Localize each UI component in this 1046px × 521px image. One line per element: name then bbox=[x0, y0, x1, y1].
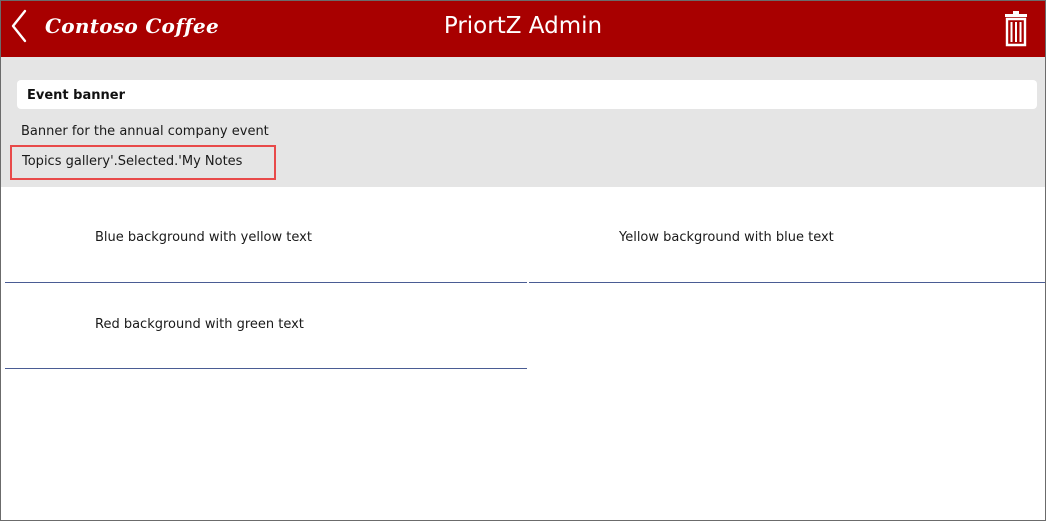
gallery-item-label: Yellow background with blue text bbox=[619, 230, 834, 245]
gallery-item[interactable]: Red background with green text bbox=[5, 273, 527, 369]
app-screen: Contoso Coffee PriortZ Admin Event banne… bbox=[0, 0, 1046, 521]
gallery-item[interactable]: Yellow background with blue text bbox=[529, 187, 1045, 283]
trash-icon bbox=[1005, 11, 1027, 47]
gallery-item[interactable]: Blue background with yellow text bbox=[5, 187, 527, 283]
gallery-item-label: Red background with green text bbox=[95, 317, 304, 332]
logo: Contoso Coffee bbox=[45, 14, 220, 38]
notes-formula-label: Topics gallery'.Selected.'My Notes bbox=[10, 145, 276, 180]
header-bar: Contoso Coffee PriortZ Admin bbox=[1, 1, 1045, 57]
gallery-item-divider bbox=[5, 368, 527, 369]
detail-form-panel: Event banner Banner for the annual compa… bbox=[1, 57, 1045, 187]
chevron-left-icon bbox=[11, 9, 27, 43]
title-input[interactable]: Event banner bbox=[17, 80, 1037, 109]
back-button[interactable] bbox=[5, 7, 35, 47]
description-label: Banner for the annual company event bbox=[21, 124, 269, 139]
delete-button[interactable] bbox=[1002, 9, 1030, 49]
gallery-item-divider bbox=[529, 282, 1045, 283]
gallery-item-label: Blue background with yellow text bbox=[95, 230, 312, 245]
